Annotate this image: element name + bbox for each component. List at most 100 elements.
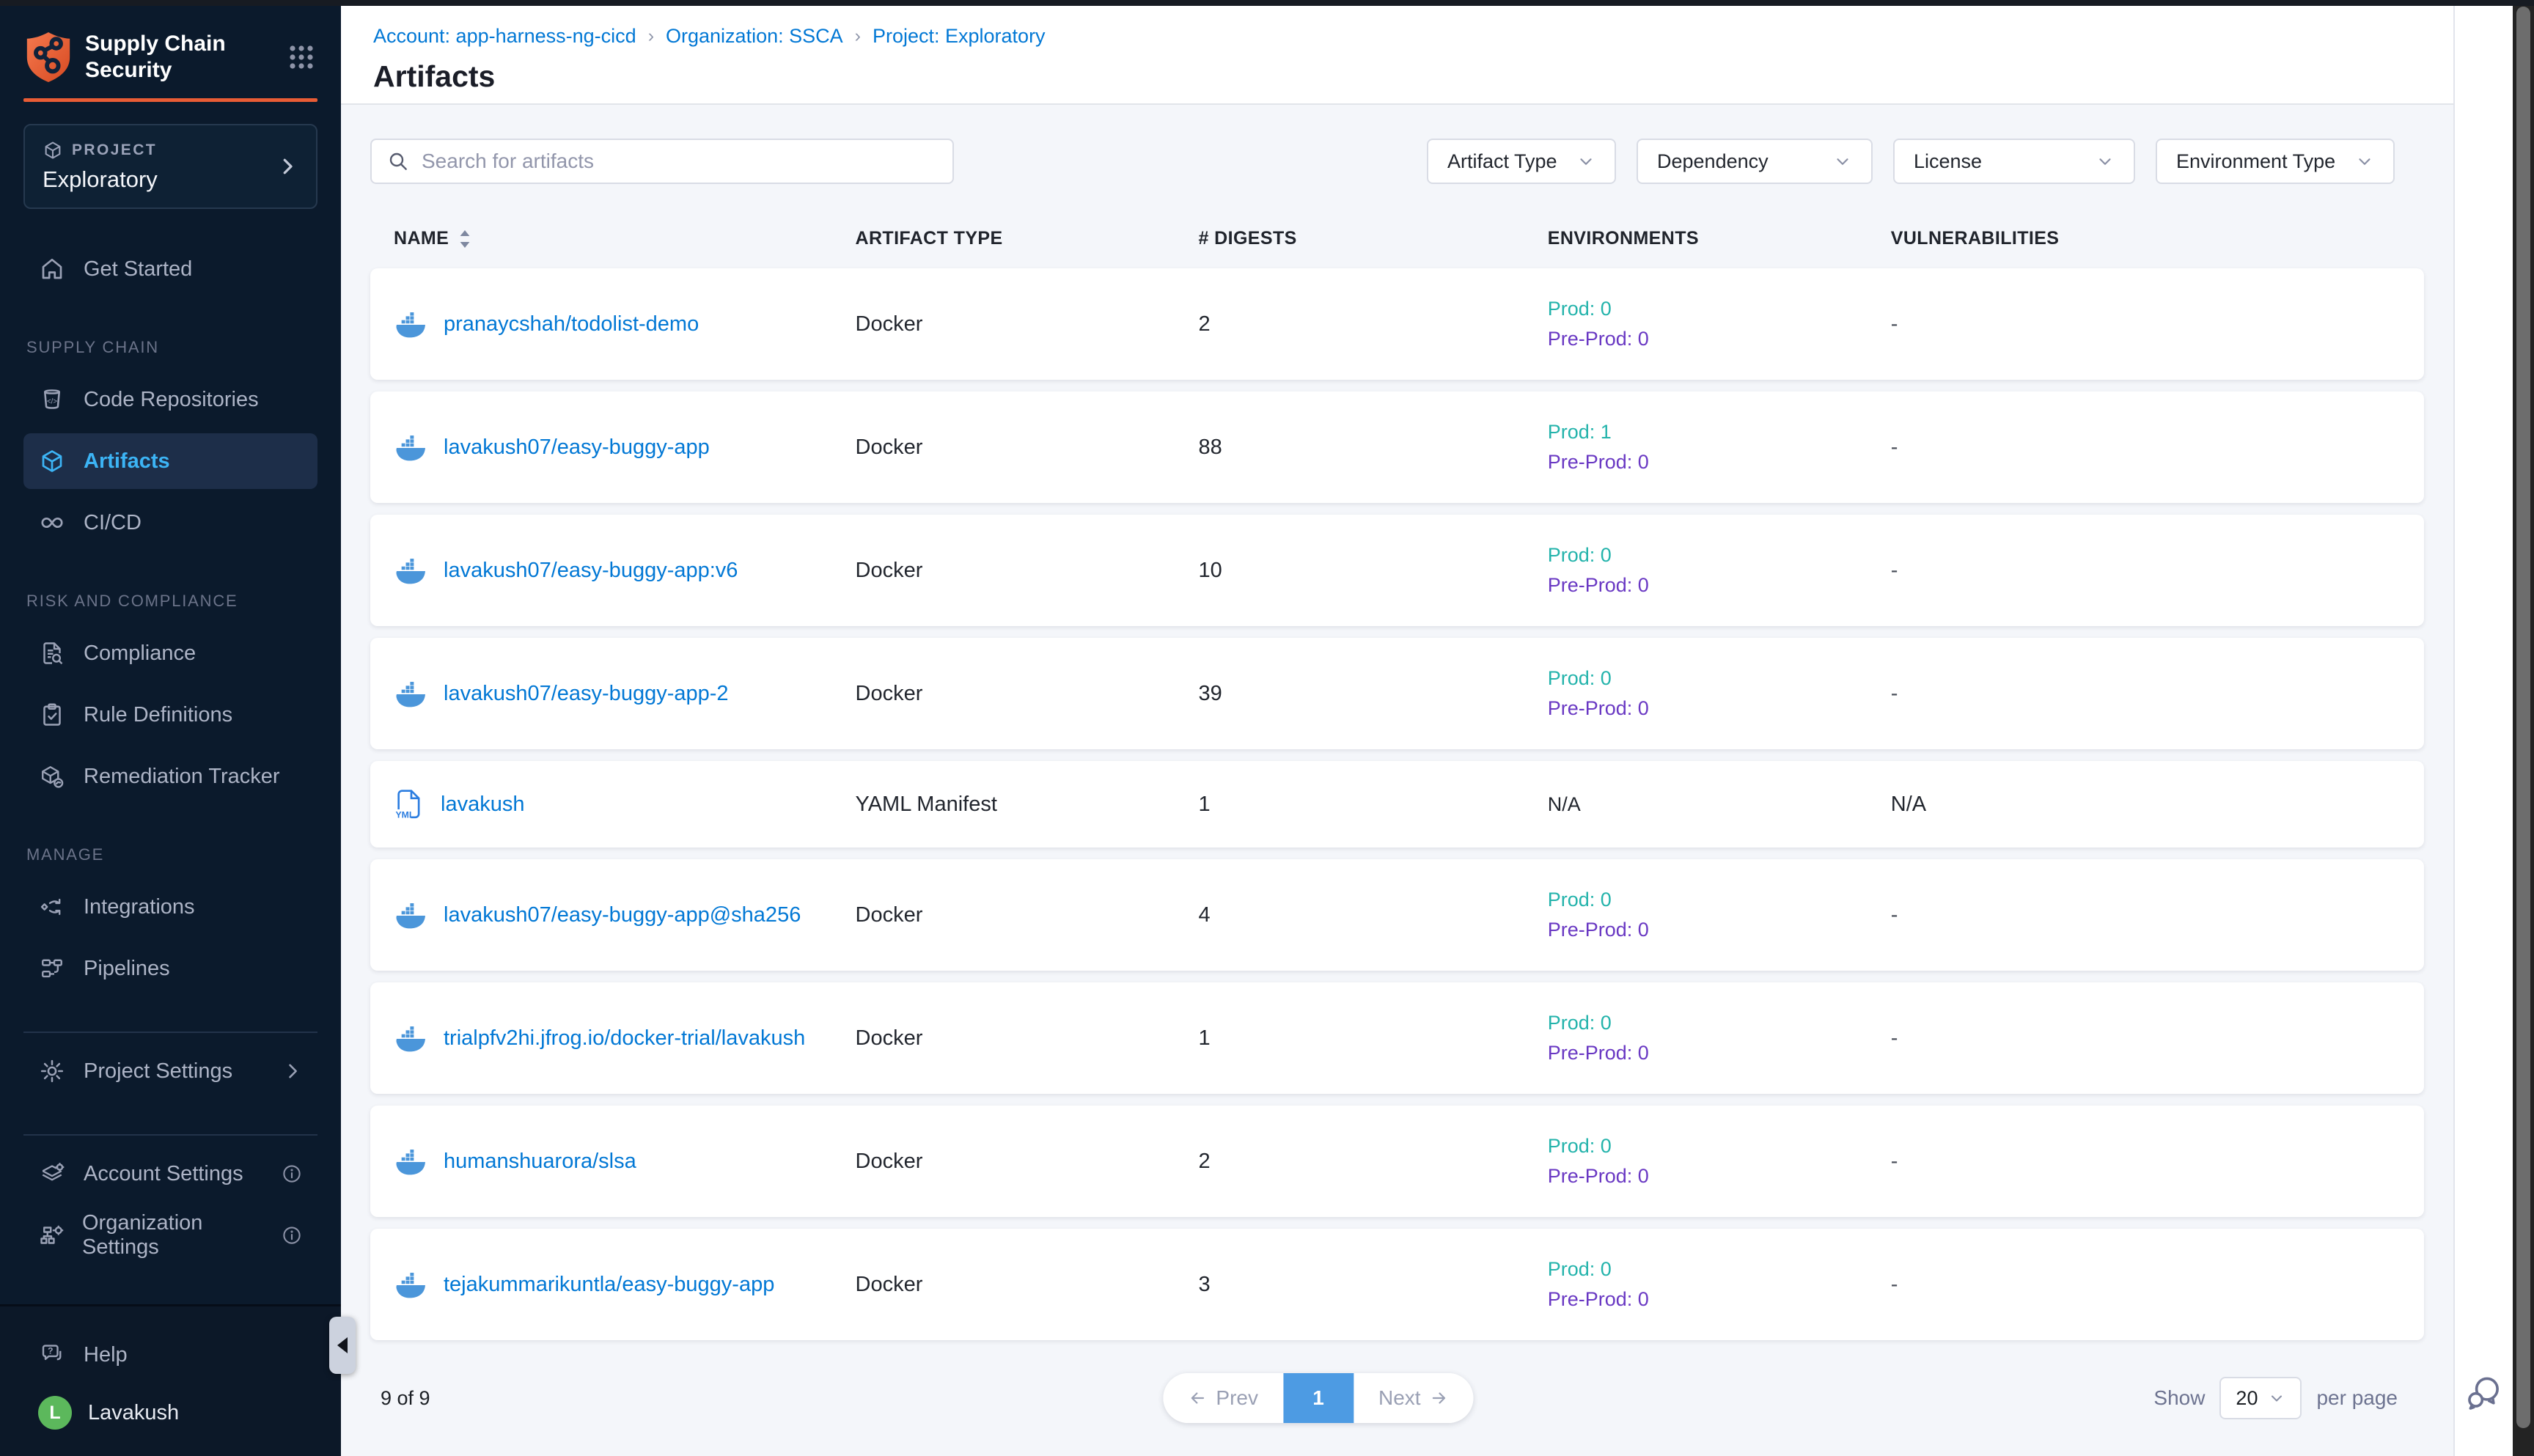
svg-text:</>: </> xyxy=(47,397,57,405)
artifact-type-cell: Docker xyxy=(856,682,1199,706)
environments-cell: Prod: 0 Pre-Prod: 0 xyxy=(1548,889,1891,941)
arrow-left-icon xyxy=(1188,1389,1207,1408)
sidebar-item-pipelines[interactable]: Pipelines xyxy=(23,941,317,996)
search-input[interactable] xyxy=(422,150,938,173)
next-page-button[interactable]: Next xyxy=(1354,1373,1474,1423)
table-row[interactable]: lavakush07/easy-buggy-app:v6 Docker 10 P… xyxy=(370,515,2424,626)
table-row[interactable]: humanshuarora/slsa Docker 2 Prod: 0 Pre-… xyxy=(370,1106,2424,1217)
chat-assistant-button[interactable] xyxy=(2463,1371,2505,1413)
artifacts-cube-icon xyxy=(38,448,66,474)
docker-icon xyxy=(394,901,427,929)
license-filter[interactable]: License xyxy=(1893,139,2135,184)
environments-cell: Prod: 0 Pre-Prod: 0 xyxy=(1548,1012,1891,1065)
vulnerabilities-cell: - xyxy=(1891,1150,2401,1174)
dependency-filter[interactable]: Dependency xyxy=(1637,139,1873,184)
table-row[interactable]: tejakummarikuntla/easy-buggy-app Docker … xyxy=(370,1229,2424,1340)
vertical-scrollbar[interactable] xyxy=(2513,0,2534,1456)
project-selector[interactable]: PROJECT Exploratory xyxy=(23,124,317,209)
preprod-count-link[interactable]: Pre-Prod: 0 xyxy=(1548,1042,1891,1065)
prod-count-link[interactable]: Prod: 0 xyxy=(1548,1258,1891,1281)
prod-count-link[interactable]: Prod: 0 xyxy=(1548,667,1891,690)
vulnerabilities-cell: - xyxy=(1891,903,2401,927)
table-row[interactable]: YML lavakush YAML Manifest 1 N/A N/A xyxy=(370,761,2424,848)
digests-cell: 1 xyxy=(1199,793,1548,817)
breadcrumb-account-link[interactable]: Account: app-harness-ng-cicd xyxy=(373,25,636,48)
yaml-file-icon: YML xyxy=(394,787,425,821)
artifact-name-link[interactable]: trialpfv2hi.jfrog.io/docker-trial/lavaku… xyxy=(444,1026,805,1051)
current-page-button[interactable]: 1 xyxy=(1283,1373,1354,1423)
sidebar-item-integrations[interactable]: Integrations xyxy=(23,879,317,935)
artifact-name-link[interactable]: lavakush07/easy-buggy-app xyxy=(444,435,710,460)
breadcrumb-project-link[interactable]: Project: Exploratory xyxy=(873,25,1046,48)
preprod-count-link[interactable]: Pre-Prod: 0 xyxy=(1548,1288,1891,1311)
help-button[interactable]: ? Help xyxy=(23,1333,317,1377)
table-row[interactable]: pranaycshah/todolist-demo Docker 2 Prod:… xyxy=(370,268,2424,380)
artifact-name-link[interactable]: lavakush07/easy-buggy-app@sha256 xyxy=(444,903,801,927)
preprod-count-link[interactable]: Pre-Prod: 0 xyxy=(1548,574,1891,597)
document-search-icon xyxy=(38,640,66,666)
collapse-arrow-icon xyxy=(337,1337,348,1353)
gear-icon xyxy=(38,1058,66,1084)
table-header: NAME ARTIFACT TYPE # DIGESTS ENVIRONMENT… xyxy=(370,228,2424,249)
info-icon[interactable] xyxy=(281,1224,303,1246)
sidebar-item-cicd[interactable]: CI/CD xyxy=(23,495,317,551)
artifact-name-link[interactable]: pranaycshah/todolist-demo xyxy=(444,312,699,337)
search-box xyxy=(370,139,954,184)
sidebar-item-rule-definitions[interactable]: Rule Definitions xyxy=(23,687,317,743)
per-page-select[interactable]: 20 xyxy=(2219,1377,2302,1419)
artifact-name-link[interactable]: humanshuarora/slsa xyxy=(444,1150,636,1174)
prev-page-button[interactable]: Prev xyxy=(1163,1373,1283,1423)
prod-count-link[interactable]: Prod: 1 xyxy=(1548,421,1891,444)
sidebar-item-organization-settings[interactable]: Organization Settings xyxy=(23,1207,317,1263)
module-grid-icon[interactable] xyxy=(287,43,316,72)
column-name[interactable]: NAME xyxy=(394,228,856,249)
vulnerabilities-cell: N/A xyxy=(1891,793,2401,817)
artifact-type-filter[interactable]: Artifact Type xyxy=(1427,139,1616,184)
sidebar-item-get-started[interactable]: Get Started xyxy=(23,241,317,297)
artifact-name-link[interactable]: lavakush07/easy-buggy-app-2 xyxy=(444,682,729,706)
environment-type-filter[interactable]: Environment Type xyxy=(2156,139,2395,184)
table-row[interactable]: lavakush07/easy-buggy-app@sha256 Docker … xyxy=(370,859,2424,971)
sidebar-item-code-repositories[interactable]: </> Code Repositories xyxy=(23,372,317,427)
column-artifact-type: ARTIFACT TYPE xyxy=(856,228,1199,249)
preprod-count-link[interactable]: Pre-Prod: 0 xyxy=(1548,328,1891,350)
sidebar-item-artifacts[interactable]: Artifacts xyxy=(23,433,317,489)
environments-cell: Prod: 1 Pre-Prod: 0 xyxy=(1548,421,1891,474)
vulnerabilities-cell: - xyxy=(1891,435,2401,460)
toolbar: Artifact Type Dependency License xyxy=(370,139,2424,184)
sort-icon[interactable] xyxy=(458,229,472,249)
result-count: 9 of 9 xyxy=(381,1387,430,1410)
preprod-count-link[interactable]: Pre-Prod: 0 xyxy=(1548,1165,1891,1188)
prod-count-link[interactable]: Prod: 0 xyxy=(1548,544,1891,567)
artifact-name-link[interactable]: lavakush07/easy-buggy-app:v6 xyxy=(444,559,738,583)
preprod-count-link[interactable]: Pre-Prod: 0 xyxy=(1548,451,1891,474)
help-chat-icon: ? xyxy=(38,1342,66,1368)
prod-count-link[interactable]: Prod: 0 xyxy=(1548,889,1891,911)
main-content: Account: app-harness-ng-cicd › Organizat… xyxy=(341,0,2453,1456)
preprod-count-link[interactable]: Pre-Prod: 0 xyxy=(1548,919,1891,941)
column-vulnerabilities: VULNERABILITIES xyxy=(1891,228,2401,249)
preprod-count-link[interactable]: Pre-Prod: 0 xyxy=(1548,697,1891,720)
artifact-name-link[interactable]: lavakush xyxy=(441,793,524,817)
breadcrumb-organization-link[interactable]: Organization: SSCA xyxy=(666,25,843,48)
user-menu[interactable]: L Lavakush xyxy=(23,1377,317,1434)
table-row[interactable]: lavakush07/easy-buggy-app-2 Docker 39 Pr… xyxy=(370,638,2424,749)
scrollbar-thumb[interactable] xyxy=(2516,7,2530,1428)
sidebar-item-compliance[interactable]: Compliance xyxy=(23,625,317,681)
supply-chain-shield-logo xyxy=(25,31,72,84)
prod-count-link[interactable]: Prod: 0 xyxy=(1548,1012,1891,1034)
sidebar-item-account-settings[interactable]: Account Settings xyxy=(23,1146,317,1202)
info-icon[interactable] xyxy=(281,1163,303,1185)
sidebar-collapse-handle[interactable] xyxy=(329,1317,356,1374)
sidebar-item-remediation-tracker[interactable]: Remediation Tracker xyxy=(23,749,317,804)
table-row[interactable]: trialpfv2hi.jfrog.io/docker-trial/lavaku… xyxy=(370,982,2424,1094)
prod-count-link[interactable]: Prod: 0 xyxy=(1548,298,1891,320)
prod-count-link[interactable]: Prod: 0 xyxy=(1548,1135,1891,1158)
docker-icon xyxy=(394,1271,427,1298)
cube-icon xyxy=(43,140,63,161)
breadcrumb-separator: › xyxy=(648,26,654,47)
table-row[interactable]: lavakush07/easy-buggy-app Docker 88 Prod… xyxy=(370,391,2424,503)
artifact-name-link[interactable]: tejakummarikuntla/easy-buggy-app xyxy=(444,1273,774,1297)
window-edge xyxy=(0,0,2534,6)
sidebar-item-project-settings[interactable]: Project Settings xyxy=(23,1043,317,1099)
